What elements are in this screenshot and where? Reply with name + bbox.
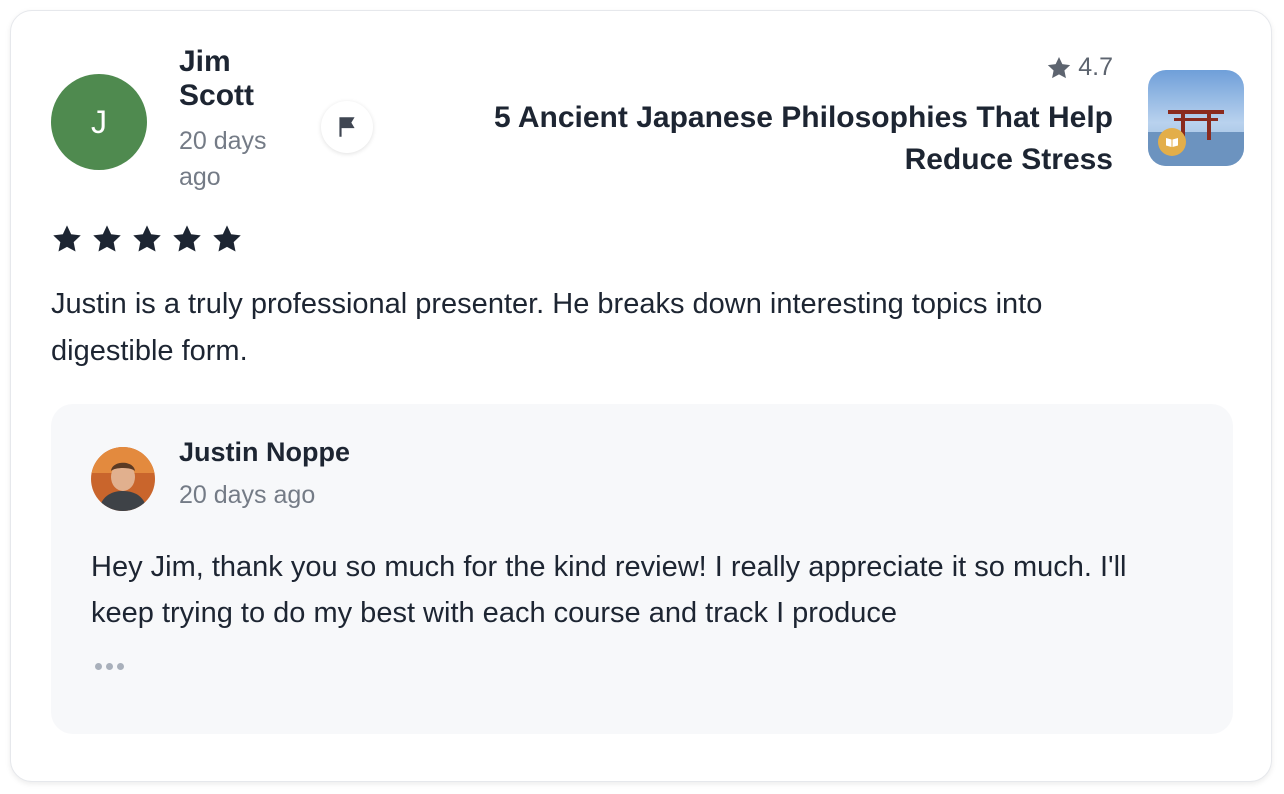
reviewer-name: Jim Scott	[179, 45, 254, 112]
star-icon	[1048, 56, 1071, 78]
author-photo	[91, 447, 155, 511]
course-rating: 4.7	[1046, 53, 1113, 82]
book-icon	[1166, 138, 1178, 147]
review-time: 20 days ago	[179, 127, 267, 191]
instructor-reply: Justin Noppe 20 days ago Hey Jim, thank …	[51, 404, 1233, 734]
reviewer-avatar: J	[51, 74, 147, 170]
review-star-rating	[51, 223, 243, 255]
course-rating-value: 4.7	[1078, 53, 1113, 81]
reply-author-name[interactable]: Justin Noppe	[179, 434, 350, 470]
review-card: J Jim Scott 20 days ago 4.7 5 Ancient Ja…	[10, 10, 1272, 782]
star-icon	[213, 225, 241, 252]
reviewer-initial: J	[91, 103, 107, 140]
star-icon	[173, 225, 201, 252]
more-dots-icon[interactable]	[95, 654, 135, 678]
reply-author-avatar	[91, 447, 155, 511]
reply-time: 20 days ago	[179, 481, 316, 509]
course-title[interactable]: 5 Ancient Japanese Philosophies That Hel…	[423, 97, 1113, 181]
course-type-badge	[1158, 128, 1186, 156]
star-icon	[133, 225, 161, 252]
star-icon	[53, 225, 81, 252]
course-thumbnail[interactable]	[1148, 70, 1244, 166]
flag-icon	[339, 117, 355, 137]
star-icon	[93, 225, 121, 252]
report-flag-button[interactable]	[321, 101, 373, 153]
reply-body: Hey Jim, thank you so much for the kind …	[91, 551, 1127, 629]
review-body: Justin is a truly professional presenter…	[51, 288, 1043, 367]
